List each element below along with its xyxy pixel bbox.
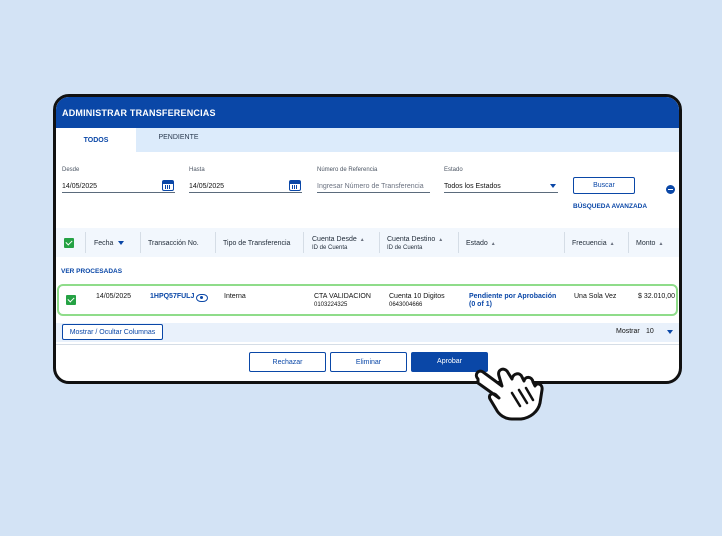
rechazar-button[interactable]: Rechazar: [249, 352, 326, 372]
page-size-select[interactable]: 10: [646, 328, 654, 336]
hasta-label: Hasta: [189, 167, 205, 173]
sort-icon: ▲: [359, 237, 365, 243]
tab-todos[interactable]: TODOS: [56, 128, 136, 152]
table-footer: Mostrar / Ocultar Columnas Mostrar 10: [56, 323, 679, 342]
estado-select[interactable]: Todos los Estados: [444, 179, 558, 193]
estado-value: Todos los Estados: [444, 183, 501, 190]
calendar-icon[interactable]: [289, 180, 301, 191]
header-frecuencia[interactable]: Frecuencia ▲: [572, 240, 615, 248]
referencia-label: Número de Referencia: [317, 167, 378, 173]
row-tipo: Interna: [224, 293, 246, 300]
collapse-icon[interactable]: [666, 185, 675, 194]
table-row[interactable]: 14/05/2025 1HPQ57FULJ Interna CTA VALIDA…: [57, 284, 678, 316]
referencia-input[interactable]: Ingresar Número de Transferencia: [317, 179, 430, 193]
row-cuenta-destino: Cuenta 10 Digitos 0643004666: [389, 293, 445, 308]
hasta-value: 14/05/2025: [189, 183, 225, 190]
desde-date-field[interactable]: 14/05/2025: [62, 179, 175, 193]
header-transaccion: Transacción No.: [148, 240, 199, 247]
select-all-checkbox[interactable]: [64, 238, 74, 248]
divider: [56, 344, 679, 345]
chevron-down-icon: [550, 184, 556, 188]
eye-icon[interactable]: [196, 294, 208, 302]
tab-bar: TODOS PENDIENTE: [56, 128, 679, 152]
mostrar-ocultar-columnas-button[interactable]: Mostrar / Ocultar Columnas: [62, 324, 163, 340]
row-checkbox[interactable]: [66, 295, 76, 305]
tab-pendiente[interactable]: PENDIENTE: [136, 125, 221, 149]
hasta-date-field[interactable]: 14/05/2025: [189, 179, 302, 193]
header-tipo: Tipo de Transferencia: [223, 240, 291, 247]
desde-label: Desde: [62, 167, 80, 173]
row-transaccion-link[interactable]: 1HPQ57FULJ: [150, 293, 194, 301]
sort-icon: ▲: [658, 241, 664, 247]
header-estado[interactable]: Estado ▲: [466, 240, 496, 248]
hand-pointer-icon: [474, 367, 544, 421]
sort-icon: ▲: [438, 237, 444, 243]
row-estado-link[interactable]: Pendiente por Aprobación (0 of 1): [469, 293, 556, 309]
calendar-icon[interactable]: [162, 180, 174, 191]
sort-down-icon: [118, 241, 125, 245]
row-cuenta-desde: CTA VALIDACION 0103224325: [314, 293, 371, 308]
sort-icon: ▲: [490, 241, 496, 247]
chevron-down-icon[interactable]: [667, 330, 673, 334]
eliminar-button[interactable]: Eliminar: [330, 352, 407, 372]
ver-procesadas-link[interactable]: VER PROCESADAS: [61, 268, 122, 275]
row-frecuencia: Una Sola Vez: [574, 293, 617, 300]
mostrar-label: Mostrar: [616, 328, 640, 335]
busqueda-avanzada-link[interactable]: BÚSQUEDA AVANZADA: [573, 203, 647, 210]
transfers-window: ADMINISTRAR TRANSFERENCIAS TODOS PENDIEN…: [53, 94, 682, 384]
table-header: Fecha Transacción No. Tipo de Transferen…: [56, 228, 679, 257]
desde-value: 14/05/2025: [62, 183, 98, 190]
estado-label: Estado: [444, 167, 463, 173]
row-monto: $ 32.010,00: [638, 293, 675, 300]
header-cuenta-desde[interactable]: Cuenta Desde ▲ ID de Cuenta: [312, 236, 365, 252]
buscar-button[interactable]: Buscar: [573, 177, 635, 194]
header-monto[interactable]: Monto ▲: [636, 240, 663, 248]
sort-icon: ▲: [609, 241, 615, 247]
window-title: ADMINISTRAR TRANSFERENCIAS: [56, 97, 679, 128]
row-fecha: 14/05/2025: [96, 293, 132, 300]
header-cuenta-destino[interactable]: Cuenta Destino ▲ ID de Cuenta: [387, 236, 443, 252]
header-fecha[interactable]: Fecha: [94, 240, 125, 248]
